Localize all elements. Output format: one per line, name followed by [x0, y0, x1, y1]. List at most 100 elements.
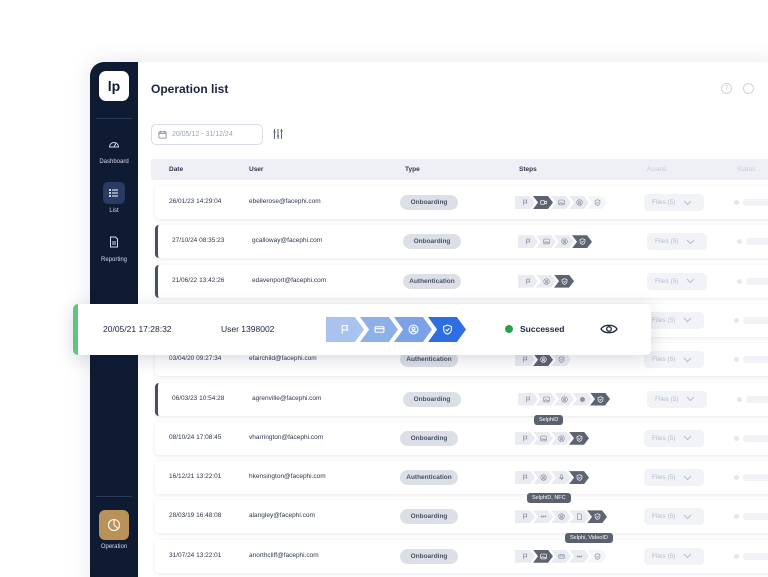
status-placeholder	[746, 238, 768, 246]
settings-icon[interactable]	[743, 83, 754, 94]
image-step-icon[interactable]	[536, 392, 556, 406]
face-step-icon[interactable]	[536, 274, 556, 288]
shield-step-icon[interactable]	[587, 196, 607, 209]
row-steps	[518, 274, 574, 288]
flag-step-icon[interactable]	[515, 549, 535, 563]
pie-chart-icon	[99, 510, 129, 540]
flag-step-icon[interactable]	[518, 392, 538, 406]
flag-step-icon[interactable]	[518, 235, 538, 249]
card-step-icon[interactable]	[360, 317, 398, 342]
shield-step-icon[interactable]	[428, 317, 466, 342]
image-step-icon[interactable]	[551, 196, 571, 209]
highlighted-operation-card[interactable]: 20/05/21 17:28:32 User 1398002 Successed	[73, 304, 651, 355]
status-placeholder	[746, 395, 768, 403]
face-step-icon[interactable]	[551, 431, 571, 445]
table-row[interactable]: 16/12/21 13:22:01 hkensington@facephi.com…	[155, 461, 768, 495]
sidebar-item-reporting[interactable]: Reporting	[90, 231, 138, 263]
assets-dropdown[interactable]: Files (5)	[644, 469, 704, 487]
table-row[interactable]: 26/01/23 14:29:04 ebellerose@facephi.com O…	[155, 186, 768, 219]
step-tooltip: SelphiD	[534, 415, 564, 425]
column-assets[interactable]: Assets	[647, 166, 667, 173]
column-date[interactable]: Date	[169, 166, 183, 173]
face-step-icon[interactable]	[554, 235, 574, 249]
filter-settings-button[interactable]	[271, 127, 285, 141]
column-user[interactable]: User	[249, 166, 263, 173]
blob-step-icon[interactable]	[572, 392, 592, 406]
app-logo[interactable]: lp	[99, 71, 129, 101]
mic-step-icon[interactable]	[551, 471, 571, 485]
image-step-icon[interactable]	[536, 235, 556, 249]
assets-label: Files (5)	[652, 199, 676, 206]
status-dot	[734, 475, 739, 481]
flag-step-icon[interactable]	[515, 510, 535, 524]
dots-step-icon[interactable]	[569, 549, 589, 563]
sidebar-item-dashboard[interactable]: Dashboard	[90, 133, 138, 165]
row-date: 26/01/23 14:29:04	[169, 198, 222, 205]
row-user: efairchild@facephi.com	[249, 355, 317, 363]
row-user: agrenville@facephi.com	[252, 394, 322, 402]
card-step-icon[interactable]	[551, 549, 571, 563]
face-step-icon[interactable]	[394, 317, 432, 342]
shield-step-icon[interactable]	[587, 510, 607, 524]
column-steps[interactable]: Steps	[519, 166, 537, 173]
dots-step-icon[interactable]	[533, 510, 553, 524]
table-row[interactable]: 21/06/22 13:42:26 edavenport@facephi.com A…	[155, 264, 768, 298]
column-status[interactable]: Status	[737, 166, 755, 173]
video-step-icon[interactable]	[533, 196, 553, 209]
assets-dropdown[interactable]: Files (5)	[644, 429, 704, 447]
face-step-icon[interactable]	[569, 196, 589, 209]
date-range-input[interactable]: 20/05/12 - 31/12/24	[151, 124, 263, 145]
assets-dropdown[interactable]: Files (5)	[644, 508, 704, 526]
shield-step-icon[interactable]	[590, 392, 610, 406]
sidebar-item-list[interactable]: List	[90, 182, 138, 214]
status-dot	[737, 239, 742, 245]
status-dot	[734, 357, 739, 363]
flag-step-icon[interactable]	[515, 353, 535, 367]
assets-dropdown[interactable]: Files (5)	[644, 547, 704, 565]
sidebar-item-label: List	[109, 208, 119, 214]
shield-step-icon[interactable]	[572, 235, 592, 249]
status-dot	[734, 514, 739, 520]
table-row[interactable]: 27/10/24 08:35:23 gcalloway@facephi.com On…	[155, 225, 768, 259]
shield-step-icon[interactable]	[569, 431, 589, 445]
assets-dropdown[interactable]: Files (5)	[644, 351, 704, 369]
shield-step-icon[interactable]	[587, 549, 607, 563]
table-row[interactable]: 31/07/24 13:22:01 anorthcliff@facephi.com…	[155, 539, 768, 573]
help-icon[interactable]: ?	[721, 83, 732, 94]
sidebar-divider	[96, 496, 132, 497]
flag-step-icon[interactable]	[518, 274, 538, 288]
shield-step-icon[interactable]	[554, 274, 574, 288]
status-placeholder	[743, 434, 768, 442]
face-step-icon[interactable]	[551, 510, 571, 524]
assets-dropdown[interactable]: Files (5)	[647, 390, 707, 408]
assets-dropdown[interactable]: Files (5)	[644, 194, 704, 211]
type-badge: Onboarding	[400, 430, 458, 446]
table-row[interactable]: 06/03/23 10:54:28 agrenville@facephi.com O…	[155, 382, 768, 416]
chevron-down-icon	[684, 357, 692, 362]
assets-dropdown[interactable]: Files (5)	[647, 272, 707, 290]
face-step-icon[interactable]	[554, 392, 574, 406]
view-details-button[interactable]	[599, 320, 619, 338]
sidebar-item-operation[interactable]: Operation	[90, 510, 138, 550]
flag-step-icon[interactable]	[515, 431, 535, 445]
flag-step-icon[interactable]	[326, 317, 364, 342]
column-type[interactable]: Type	[405, 166, 420, 173]
chevron-down-icon	[687, 239, 695, 245]
table-row[interactable]: 28/03/19 16:48:08 alangley@facephi.com Onb…	[155, 500, 768, 534]
face-step-icon[interactable]	[533, 353, 553, 367]
table-row[interactable]: 08/10/24 17:08:45 vharrington@facephi.com…	[155, 421, 768, 455]
face-step-icon[interactable]	[533, 471, 553, 485]
status-dot	[734, 200, 739, 205]
flag-step-icon[interactable]	[515, 196, 535, 209]
flag-step-icon[interactable]	[515, 471, 535, 485]
image-step-icon[interactable]	[533, 549, 553, 563]
status-placeholder	[743, 474, 768, 482]
sliders-icon	[273, 129, 283, 139]
shield-step-icon[interactable]	[569, 471, 589, 485]
doc-step-icon[interactable]	[569, 510, 589, 524]
assets-dropdown[interactable]: Files (5)	[647, 233, 707, 251]
chevron-down-icon	[684, 514, 692, 520]
image-step-icon[interactable]	[533, 431, 553, 445]
assets-dropdown[interactable]: Files (5)	[644, 311, 704, 329]
shield-step-icon[interactable]	[551, 353, 571, 367]
